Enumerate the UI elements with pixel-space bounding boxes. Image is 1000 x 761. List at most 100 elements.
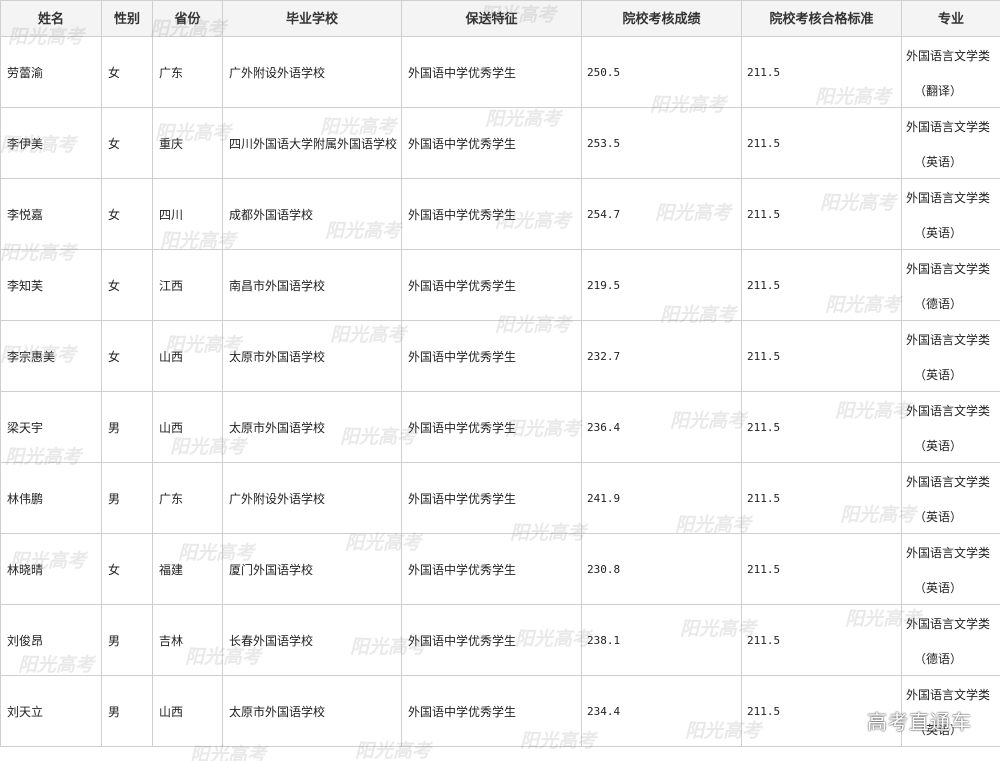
major-category: 外国语言文学类 (906, 191, 991, 205)
cell-name: 林伟鹏 (0, 462, 102, 534)
cell-feature: 外国语中学优秀学生 (401, 533, 582, 605)
cell-gender: 男 (101, 675, 153, 747)
major-category: 外国语言文学类 (906, 546, 991, 560)
cell-gender: 男 (101, 391, 153, 463)
table-row: 李知芙 女 江西 南昌市外国语学校 外国语中学优秀学生 219.5 211.5 … (0, 249, 1000, 321)
major-direction: （翻译） (914, 84, 963, 98)
major-category: 外国语言文学类 (906, 49, 991, 63)
cell-gender: 女 (101, 178, 153, 250)
cell-school: 太原市外国语学校 (222, 675, 402, 747)
cell-score: 253.5 (581, 107, 742, 179)
cell-school: 广外附设外语学校 (222, 462, 402, 534)
cell-name: 林晓晴 (0, 533, 102, 605)
major-direction: （英语） (914, 368, 963, 382)
cell-school: 南昌市外国语学校 (222, 249, 402, 321)
cell-major: 外国语言文学类 （英语） (901, 462, 1000, 534)
cell-score: 230.8 (581, 533, 742, 605)
table-row: 林伟鹏 男 广东 广外附设外语学校 外国语中学优秀学生 241.9 211.5 … (0, 462, 1000, 534)
major-category: 外国语言文学类 (906, 120, 991, 134)
cell-feature: 外国语中学优秀学生 (401, 249, 582, 321)
header-major: 专业 (901, 0, 1000, 37)
cell-gender: 男 (101, 604, 153, 676)
table-row: 李宗惠美 女 山西 太原市外国语学校 外国语中学优秀学生 232.7 211.5… (0, 320, 1000, 392)
major-category: 外国语言文学类 (906, 262, 991, 276)
cell-standard: 211.5 (741, 178, 902, 250)
cell-name: 李知芙 (0, 249, 102, 321)
table-row: 刘天立 男 山西 太原市外国语学校 外国语中学优秀学生 234.4 211.5 … (0, 675, 1000, 747)
major-category: 外国语言文学类 (906, 475, 991, 489)
cell-major: 外国语言文学类 （英语） (901, 391, 1000, 463)
cell-standard: 211.5 (741, 107, 902, 179)
cell-standard: 211.5 (741, 249, 902, 321)
major-direction: （德语） (914, 652, 963, 666)
cell-feature: 外国语中学优秀学生 (401, 604, 582, 676)
major-direction: （英语） (914, 510, 963, 524)
cell-standard: 211.5 (741, 462, 902, 534)
cell-school: 广外附设外语学校 (222, 36, 402, 108)
table-row: 李悦嘉 女 四川 成都外国语学校 外国语中学优秀学生 254.7 211.5 外… (0, 178, 1000, 250)
cell-standard: 211.5 (741, 391, 902, 463)
cell-province: 福建 (152, 533, 223, 605)
major-category: 外国语言文学类 (906, 333, 991, 347)
cell-feature: 外国语中学优秀学生 (401, 107, 582, 179)
cell-school: 太原市外国语学校 (222, 391, 402, 463)
page: 姓名 性别 省份 毕业学校 保送特征 院校考核成绩 院校考核合格标准 专业 劳蕾… (0, 0, 1000, 761)
table-row: 梁天宇 男 山西 太原市外国语学校 外国语中学优秀学生 236.4 211.5 … (0, 391, 1000, 463)
cell-score: 254.7 (581, 178, 742, 250)
cell-score: 234.4 (581, 675, 742, 747)
cell-province: 四川 (152, 178, 223, 250)
cell-school: 成都外国语学校 (222, 178, 402, 250)
cell-name: 刘天立 (0, 675, 102, 747)
cell-province: 广东 (152, 36, 223, 108)
major-category: 外国语言文学类 (906, 617, 991, 631)
header-score: 院校考核成绩 (581, 0, 742, 37)
cell-name: 劳蕾渝 (0, 36, 102, 108)
cell-major: 外国语言文学类 （英语） (901, 533, 1000, 605)
cell-feature: 外国语中学优秀学生 (401, 462, 582, 534)
cell-school: 厦门外国语学校 (222, 533, 402, 605)
cell-school: 太原市外国语学校 (222, 320, 402, 392)
table-row: 劳蕾渝 女 广东 广外附设外语学校 外国语中学优秀学生 250.5 211.5 … (0, 36, 1000, 108)
cell-province: 山西 (152, 391, 223, 463)
cell-score: 236.4 (581, 391, 742, 463)
cell-standard: 211.5 (741, 604, 902, 676)
cell-feature: 外国语中学优秀学生 (401, 36, 582, 108)
cell-major: 外国语言文学类 （英语） (901, 178, 1000, 250)
cell-province: 山西 (152, 675, 223, 747)
header-row: 姓名 性别 省份 毕业学校 保送特征 院校考核成绩 院校考核合格标准 专业 (0, 0, 1000, 37)
cell-gender: 女 (101, 107, 153, 179)
cell-score: 219.5 (581, 249, 742, 321)
cell-score: 238.1 (581, 604, 742, 676)
cell-feature: 外国语中学优秀学生 (401, 178, 582, 250)
cell-name: 刘俊昂 (0, 604, 102, 676)
cell-province: 江西 (152, 249, 223, 321)
cell-major: 外国语言文学类 （德语） (901, 604, 1000, 676)
cell-province: 山西 (152, 320, 223, 392)
cell-major: 外国语言文学类 （英语） (901, 107, 1000, 179)
major-direction: （英语） (914, 155, 963, 169)
cell-name: 李伊美 (0, 107, 102, 179)
table-row: 林晓晴 女 福建 厦门外国语学校 外国语中学优秀学生 230.8 211.5 外… (0, 533, 1000, 605)
cell-gender: 女 (101, 249, 153, 321)
cell-score: 250.5 (581, 36, 742, 108)
header-school: 毕业学校 (222, 0, 402, 37)
header-name: 姓名 (0, 0, 102, 37)
major-direction: （英语） (914, 581, 963, 595)
admission-table: 姓名 性别 省份 毕业学校 保送特征 院校考核成绩 院校考核合格标准 专业 劳蕾… (0, 0, 1000, 747)
table-row: 刘俊昂 男 吉林 长春外国语学校 外国语中学优秀学生 238.1 211.5 外… (0, 604, 1000, 676)
cell-feature: 外国语中学优秀学生 (401, 320, 582, 392)
cell-province: 重庆 (152, 107, 223, 179)
cell-school: 四川外国语大学附属外国语学校 (222, 107, 402, 179)
cell-gender: 女 (101, 320, 153, 392)
cell-score: 232.7 (581, 320, 742, 392)
header-gender: 性别 (101, 0, 153, 37)
cell-standard: 211.5 (741, 36, 902, 108)
cell-province: 广东 (152, 462, 223, 534)
cell-major: 外国语言文学类 （德语） (901, 249, 1000, 321)
cell-province: 吉林 (152, 604, 223, 676)
major-category: 外国语言文学类 (906, 688, 991, 702)
cell-standard: 211.5 (741, 533, 902, 605)
major-category: 外国语言文学类 (906, 404, 991, 418)
major-direction: （英语） (914, 439, 963, 453)
major-direction: （德语） (914, 297, 963, 311)
